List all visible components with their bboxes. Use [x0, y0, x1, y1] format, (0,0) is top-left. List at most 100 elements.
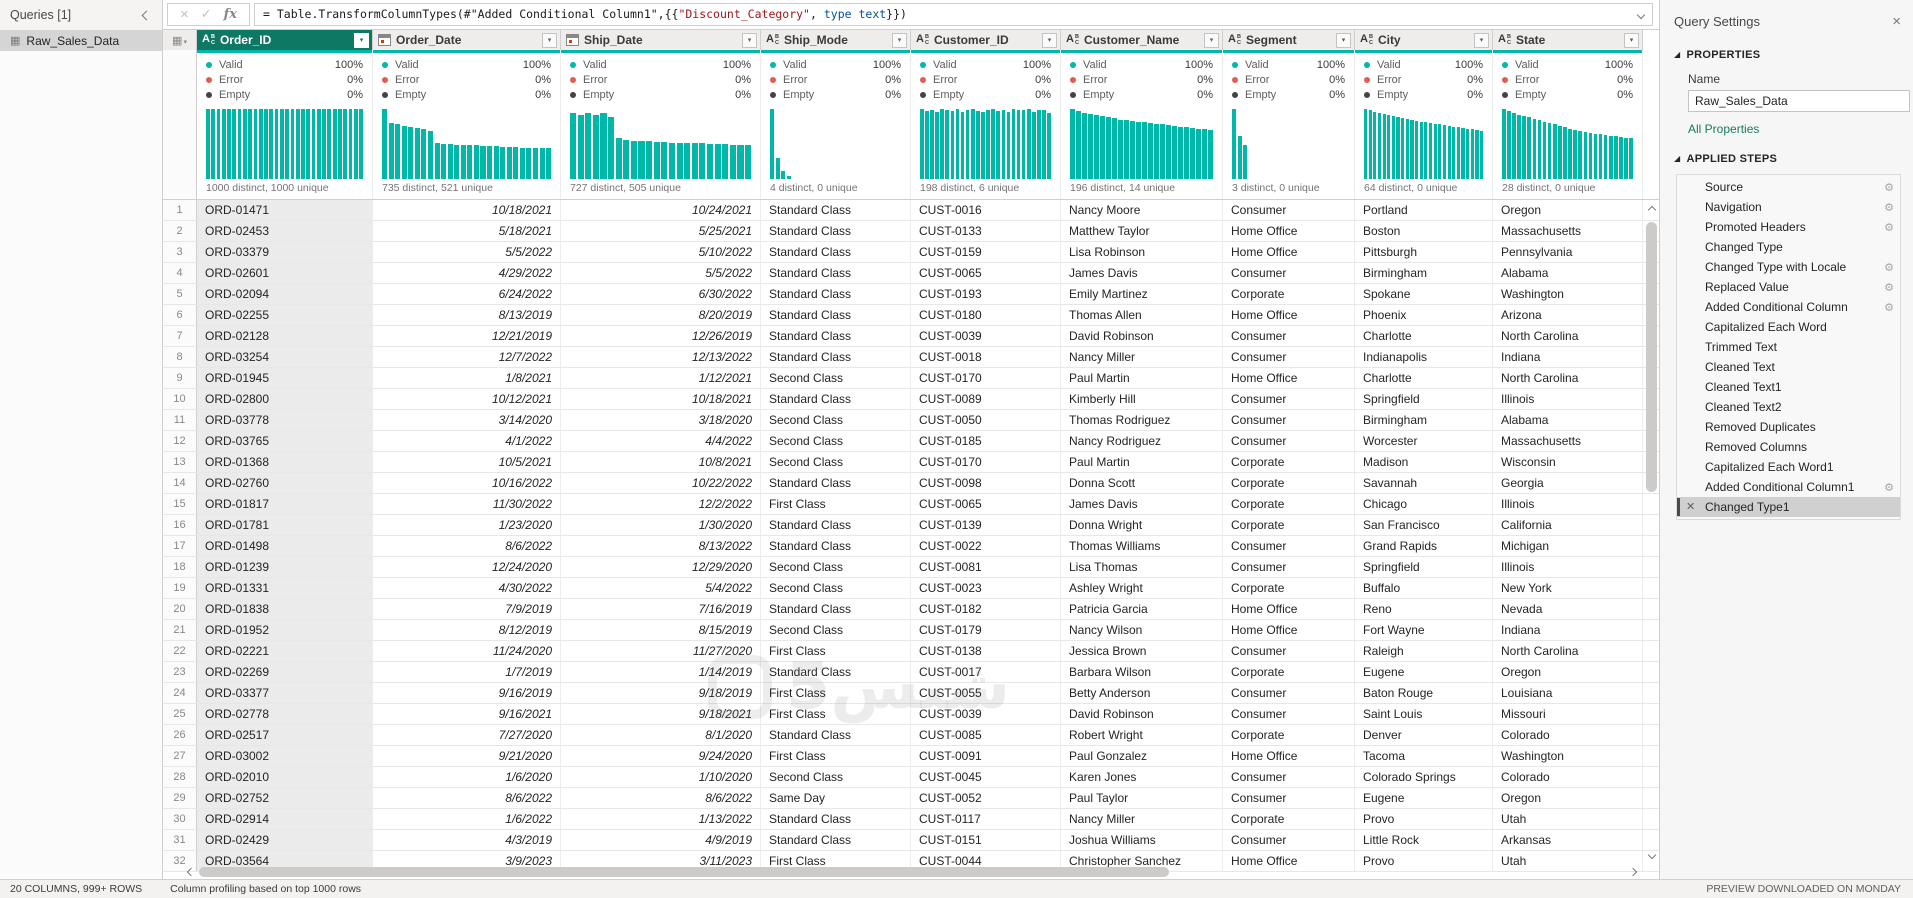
table-cell[interactable]: Corporate [1223, 662, 1355, 682]
table-cell[interactable]: CUST-0017 [911, 662, 1061, 682]
table-cell[interactable]: Grand Rapids [1355, 536, 1493, 556]
table-cell[interactable]: CUST-0089 [911, 389, 1061, 409]
table-cell[interactable]: North Carolina [1493, 641, 1643, 661]
table-cell[interactable]: 4/9/2019 [561, 830, 761, 850]
table-cell[interactable]: ORD-03765 [197, 431, 373, 451]
row-number[interactable]: 15 [163, 494, 197, 514]
table-cell[interactable]: Donna Wright [1061, 515, 1223, 535]
row-number[interactable]: 23 [163, 662, 197, 682]
table-cell[interactable]: Home Office [1223, 368, 1355, 388]
table-cell[interactable]: North Carolina [1493, 368, 1643, 388]
table-cell[interactable]: CUST-0138 [911, 641, 1061, 661]
table-cell[interactable]: CUST-0039 [911, 326, 1061, 346]
table-cell[interactable]: Consumer [1223, 641, 1355, 661]
table-cell[interactable]: Standard Class [761, 347, 911, 367]
row-number[interactable]: 12 [163, 431, 197, 451]
table-cell[interactable]: 7/9/2019 [373, 599, 561, 619]
select-all-button[interactable]: ▦ ▾ [163, 30, 197, 50]
table-cell[interactable]: Madison [1355, 452, 1493, 472]
table-cell[interactable]: Second Class [761, 410, 911, 430]
table-cell[interactable]: 10/18/2021 [373, 200, 561, 220]
table-cell[interactable]: CUST-0133 [911, 221, 1061, 241]
table-cell[interactable]: ORD-02094 [197, 284, 373, 304]
table-cell[interactable]: 8/1/2020 [561, 725, 761, 745]
applied-step-added-conditional-column[interactable]: Added Conditional Column ⚙ [1677, 297, 1900, 317]
table-cell[interactable]: CUST-0055 [911, 683, 1061, 703]
table-cell[interactable]: ORD-02517 [197, 725, 373, 745]
applied-step-cleaned-text1[interactable]: Cleaned Text1 [1677, 377, 1900, 397]
table-cell[interactable]: 8/15/2019 [561, 620, 761, 640]
table-cell[interactable]: Betty Anderson [1061, 683, 1223, 703]
table-cell[interactable]: Consumer [1223, 557, 1355, 577]
table-cell[interactable]: 5/5/2022 [561, 263, 761, 283]
row-number[interactable]: 17 [163, 536, 197, 556]
table-cell[interactable]: Standard Class [761, 830, 911, 850]
table-cell[interactable]: Standard Class [761, 725, 911, 745]
row-number[interactable]: 14 [163, 473, 197, 493]
table-cell[interactable]: Indiana [1493, 347, 1643, 367]
row-number[interactable]: 9 [163, 368, 197, 388]
table-cell[interactable]: 11/27/2020 [561, 641, 761, 661]
table-cell[interactable]: San Francisco [1355, 515, 1493, 535]
table-cell[interactable]: CUST-0039 [911, 704, 1061, 724]
table-cell[interactable]: Wisconsin [1493, 452, 1643, 472]
table-cell[interactable]: North Carolina [1493, 326, 1643, 346]
table-cell[interactable]: Massachusetts [1493, 431, 1643, 451]
row-number[interactable]: 20 [163, 599, 197, 619]
filter-dropdown-button[interactable]: ▾ [1042, 32, 1057, 48]
table-cell[interactable]: Robert Wright [1061, 725, 1223, 745]
scroll-left-icon[interactable] [183, 867, 199, 877]
table-cell[interactable]: 8/6/2022 [561, 788, 761, 808]
table-cell[interactable]: Raleigh [1355, 641, 1493, 661]
column-header-city[interactable]: A B C City ▾ [1355, 30, 1493, 50]
formula-dropdown-icon[interactable] [1630, 7, 1646, 21]
table-cell[interactable]: 5/18/2021 [373, 221, 561, 241]
table-cell[interactable]: 10/24/2021 [561, 200, 761, 220]
table-cell[interactable]: Home Office [1223, 599, 1355, 619]
table-cell[interactable]: Paul Martin [1061, 452, 1223, 472]
table-cell[interactable]: Corporate [1223, 452, 1355, 472]
table-cell[interactable]: Provo [1355, 809, 1493, 829]
table-cell[interactable]: CUST-0170 [911, 368, 1061, 388]
table-cell[interactable]: 1/10/2020 [561, 767, 761, 787]
table-cell[interactable]: 1/30/2020 [561, 515, 761, 535]
row-number[interactable]: 28 [163, 767, 197, 787]
table-cell[interactable]: Eugene [1355, 788, 1493, 808]
table-cell[interactable]: Thomas Williams [1061, 536, 1223, 556]
row-number[interactable]: 19 [163, 578, 197, 598]
cancel-icon[interactable]: × [180, 7, 189, 22]
row-number[interactable]: 1 [163, 200, 197, 220]
table-cell[interactable]: 4/4/2022 [561, 431, 761, 451]
table-cell[interactable]: 8/13/2019 [373, 305, 561, 325]
table-cell[interactable]: Ashley Wright [1061, 578, 1223, 598]
applied-step-changed-type-with-locale[interactable]: Changed Type with Locale ⚙ [1677, 257, 1900, 277]
vertical-scrollbar[interactable] [1644, 202, 1659, 863]
table-cell[interactable]: Consumer [1223, 788, 1355, 808]
check-icon[interactable]: ✓ [201, 8, 212, 21]
table-cell[interactable]: Consumer [1223, 536, 1355, 556]
table-cell[interactable]: James Davis [1061, 494, 1223, 514]
table-cell[interactable]: CUST-0018 [911, 347, 1061, 367]
table-cell[interactable]: CUST-0151 [911, 830, 1061, 850]
table-cell[interactable]: Worcester [1355, 431, 1493, 451]
table-cell[interactable]: 8/6/2022 [373, 536, 561, 556]
row-number[interactable]: 2 [163, 221, 197, 241]
table-cell[interactable]: Corporate [1223, 809, 1355, 829]
applied-step-capitalized-each-word[interactable]: Capitalized Each Word [1677, 317, 1900, 337]
vertical-scroll-thumb[interactable] [1646, 222, 1657, 492]
table-cell[interactable]: Birmingham [1355, 263, 1493, 283]
row-number[interactable]: 18 [163, 557, 197, 577]
table-cell[interactable]: Joshua Williams [1061, 830, 1223, 850]
table-cell[interactable]: Corporate [1223, 515, 1355, 535]
table-cell[interactable]: CUST-0016 [911, 200, 1061, 220]
applied-step-replaced-value[interactable]: Replaced Value ⚙ [1677, 277, 1900, 297]
table-cell[interactable]: James Davis [1061, 263, 1223, 283]
table-cell[interactable]: 9/16/2021 [373, 704, 561, 724]
table-cell[interactable]: Paul Gonzalez [1061, 746, 1223, 766]
table-cell[interactable]: First Class [761, 704, 911, 724]
table-cell[interactable]: Second Class [761, 452, 911, 472]
table-cell[interactable]: Standard Class [761, 221, 911, 241]
table-cell[interactable]: 1/6/2020 [373, 767, 561, 787]
table-cell[interactable]: ORD-01471 [197, 200, 373, 220]
table-cell[interactable]: Nancy Moore [1061, 200, 1223, 220]
